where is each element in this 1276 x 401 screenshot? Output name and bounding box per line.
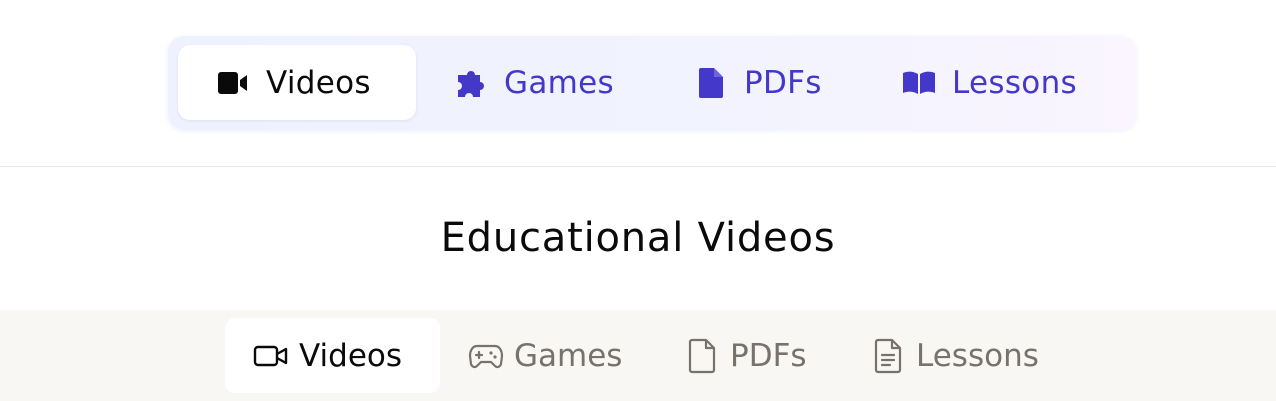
top-tab-lessons[interactable]: Lessons — [902, 45, 1077, 120]
video-camera-outline-icon — [253, 338, 289, 374]
top-tab-pdfs[interactable]: PDFs — [694, 45, 822, 120]
bottom-tab-bar: Videos Games PDFs Lessons — [0, 310, 1276, 401]
bottom-tab-videos-label: Videos — [299, 337, 403, 374]
bottom-tab-lessons[interactable]: Lessons — [870, 318, 1039, 393]
bottom-tab-pdfs[interactable]: PDFs — [684, 318, 807, 393]
top-tab-videos[interactable]: Videos — [178, 45, 416, 120]
puzzle-piece-icon — [454, 66, 488, 100]
bottom-tab-games[interactable]: Games — [468, 318, 622, 393]
bottom-tab-games-label: Games — [514, 337, 623, 374]
document-solid-icon — [694, 66, 728, 100]
gamepad-icon — [468, 338, 504, 374]
top-tab-videos-label: Videos — [266, 64, 371, 101]
section-title: Educational Videos — [440, 215, 836, 261]
bottom-tab-videos[interactable]: Videos — [225, 318, 440, 393]
top-tab-games-label: Games — [504, 64, 614, 101]
top-tab-pdfs-label: PDFs — [744, 64, 822, 101]
top-tab-lessons-label: Lessons — [952, 64, 1077, 101]
top-tab-bar: Videos Games PDFs Lessons — [168, 36, 1136, 130]
file-outline-icon — [684, 338, 720, 374]
file-text-icon — [870, 338, 906, 374]
video-camera-solid-icon — [216, 66, 250, 100]
bottom-tab-pdfs-label: PDFs — [730, 337, 807, 374]
top-tab-section: Videos Games PDFs Lessons — [0, 0, 1276, 167]
book-open-icon — [902, 66, 936, 100]
bottom-tab-lessons-label: Lessons — [916, 337, 1039, 374]
top-tab-games[interactable]: Games — [454, 45, 614, 120]
